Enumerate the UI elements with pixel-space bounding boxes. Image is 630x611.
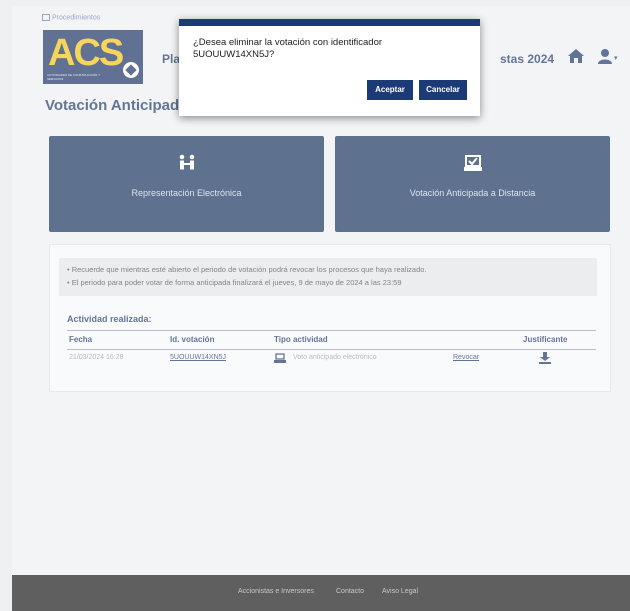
dialog-message: ¿Desea eliminar la votación con identifi… bbox=[193, 37, 383, 60]
accept-button[interactable]: Aceptar bbox=[367, 80, 413, 100]
confirm-delete-dialog: ¿Desea eliminar la votación con identifi… bbox=[179, 19, 480, 116]
cancel-button[interactable]: Cancelar bbox=[419, 80, 467, 100]
